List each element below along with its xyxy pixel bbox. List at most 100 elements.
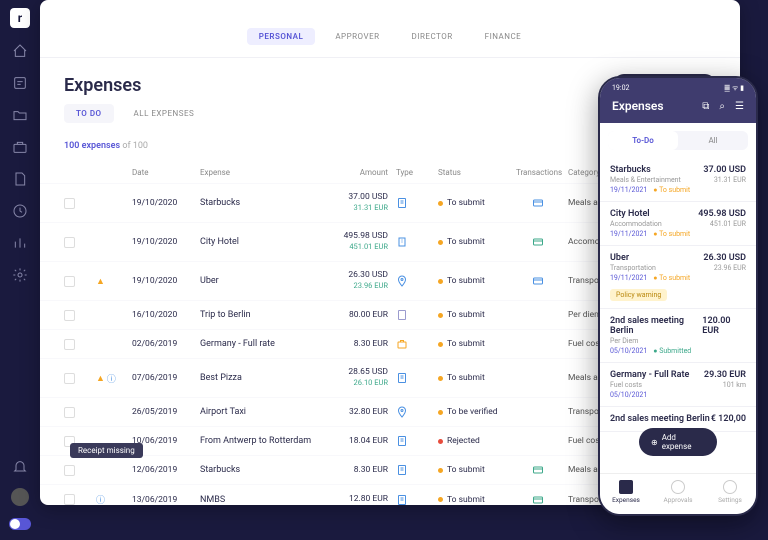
row-checkbox[interactable] [64, 198, 75, 209]
phone-expense-card[interactable]: Uber26.30 USDTransportation23.96 EUR19/1… [600, 246, 756, 309]
row-date: 16/10/2020 [132, 310, 192, 320]
row-name: Trip to Berlin [200, 310, 320, 320]
row-name: NMBS [200, 495, 320, 505]
row-name: City Hotel [200, 237, 320, 247]
row-status: To be verified [438, 407, 508, 417]
mobile-app: 19:02䷀ ᯤ ▮ Expenses ⧉ ⌕ ☰ To-DoAll Starb… [598, 76, 758, 516]
type-icon [396, 435, 408, 447]
briefcase-icon[interactable] [11, 138, 29, 156]
row-date: 19/10/2020 [132, 237, 192, 247]
row-checkbox[interactable] [64, 465, 75, 476]
row-checkbox[interactable] [64, 310, 75, 321]
row-date: 26/05/2019 [132, 407, 192, 417]
row-amount: 18.04 EUR [328, 436, 388, 447]
row-date: 12/06/2019 [132, 465, 192, 475]
row-status: To submit [438, 373, 508, 383]
row-status: To submit [438, 198, 508, 208]
phone-title: Expenses [612, 99, 664, 113]
row-amount: 8.30 EUR [328, 465, 388, 476]
role-tab-approver[interactable]: APPROVER [323, 28, 391, 45]
phone-expense-card[interactable]: 2nd sales meeting Berlin120.00 EURPer Di… [600, 309, 756, 363]
phone-bottom-nav: ExpensesApprovalsSettings [600, 473, 756, 514]
clock-icon[interactable] [11, 202, 29, 220]
transaction-icon [516, 236, 560, 248]
sub-tab[interactable]: ALL EXPENSES [122, 104, 207, 123]
phone-statusbar: 19:02䷀ ᯤ ▮ [600, 78, 756, 95]
row-checkbox[interactable] [64, 407, 75, 418]
phone-tab[interactable]: All [678, 131, 748, 150]
phone-tab[interactable]: To-Do [608, 131, 678, 150]
row-name: Airport Taxi [200, 407, 320, 417]
phone-expense-card[interactable]: City Hotel495.98 USDAccommodation451.01 … [600, 202, 756, 246]
type-icon [396, 338, 408, 350]
role-tab-finance[interactable]: FINANCE [473, 28, 534, 45]
row-name: Best Pizza [200, 373, 320, 383]
row-amount: 495.98 USD451.01 EUR [328, 231, 388, 253]
phone-nav-item[interactable]: Expenses [600, 480, 652, 504]
phone-expense-card[interactable]: Germany - Full Rate29.30 EURFuel costs10… [600, 363, 756, 407]
app-logo[interactable]: r [10, 8, 30, 28]
type-icon [396, 372, 408, 384]
row-status: To submit [438, 339, 508, 349]
transaction-icon [516, 494, 560, 505]
user-avatar[interactable] [11, 488, 29, 506]
document-icon[interactable] [11, 170, 29, 188]
transaction-icon [516, 275, 560, 287]
row-amount: 28.65 USD26.10 EUR [328, 367, 388, 389]
row-date: 07/06/2019 [132, 373, 192, 383]
row-name: Uber [200, 276, 320, 286]
type-icon [396, 464, 408, 476]
info-icon: ⓘ [96, 493, 105, 505]
bell-icon[interactable] [11, 458, 29, 476]
chart-icon[interactable] [11, 234, 29, 252]
warning-icon: ▲ [96, 373, 105, 384]
row-status: Rejected [438, 436, 508, 446]
row-checkbox[interactable] [64, 494, 75, 505]
policy-warning-badge: Policy warning [610, 289, 667, 301]
search-icon[interactable]: ⌕ [719, 101, 725, 112]
row-status: To submit [438, 465, 508, 475]
sub-tab[interactable]: TO DO [64, 104, 114, 123]
receipt-missing-tooltip: Receipt missing [70, 443, 143, 458]
home-icon[interactable] [11, 42, 29, 60]
row-checkbox[interactable] [64, 276, 75, 287]
row-date: 19/10/2020 [132, 276, 192, 286]
row-checkbox[interactable] [64, 237, 75, 248]
phone-nav-item[interactable]: Approvals [652, 480, 704, 504]
row-amount: 37.00 USD31.31 EUR [328, 192, 388, 214]
row-name: From Antwerp to Rotterdam [200, 436, 320, 446]
folder-icon[interactable] [11, 106, 29, 124]
type-icon [396, 309, 408, 321]
row-date: 13/06/2019 [132, 495, 192, 505]
filter-icon[interactable]: ☰ [735, 101, 744, 112]
settings-icon[interactable] [11, 266, 29, 284]
row-name: Starbucks [200, 198, 320, 208]
type-icon [396, 494, 408, 505]
transaction-icon [516, 197, 560, 209]
type-icon [396, 275, 408, 287]
row-checkbox[interactable] [64, 373, 75, 384]
phone-expense-card[interactable]: Starbucks37.00 USDMeals & Entertainment3… [600, 158, 756, 202]
row-amount: 12.80 EUR [328, 494, 388, 505]
role-tabs: PERSONAL APPROVER DIRECTOR FINANCE [40, 0, 740, 58]
row-status: To submit [438, 495, 508, 505]
row-amount: 32.80 EUR [328, 407, 388, 418]
row-amount: 80.00 EUR [328, 310, 388, 321]
expenses-icon[interactable] [11, 74, 29, 92]
type-icon [396, 236, 408, 248]
role-tab-personal[interactable]: PERSONAL [247, 28, 316, 45]
row-checkbox[interactable] [64, 339, 75, 350]
phone-nav-item[interactable]: Settings [704, 480, 756, 504]
theme-toggle[interactable] [9, 518, 31, 530]
warning-icon: ▲ [96, 276, 105, 287]
row-status: To submit [438, 310, 508, 320]
row-name: Starbucks [200, 465, 320, 475]
row-status: To submit [438, 276, 508, 286]
role-tab-director[interactable]: DIRECTOR [400, 28, 465, 45]
row-amount: 8.30 EUR [328, 339, 388, 350]
type-icon [396, 197, 408, 209]
phone-add-expense-button[interactable]: ⊕Add expense [639, 428, 717, 456]
row-date: 19/10/2020 [132, 198, 192, 208]
sidebar: r [0, 0, 40, 540]
scan-icon[interactable]: ⧉ [702, 101, 709, 112]
